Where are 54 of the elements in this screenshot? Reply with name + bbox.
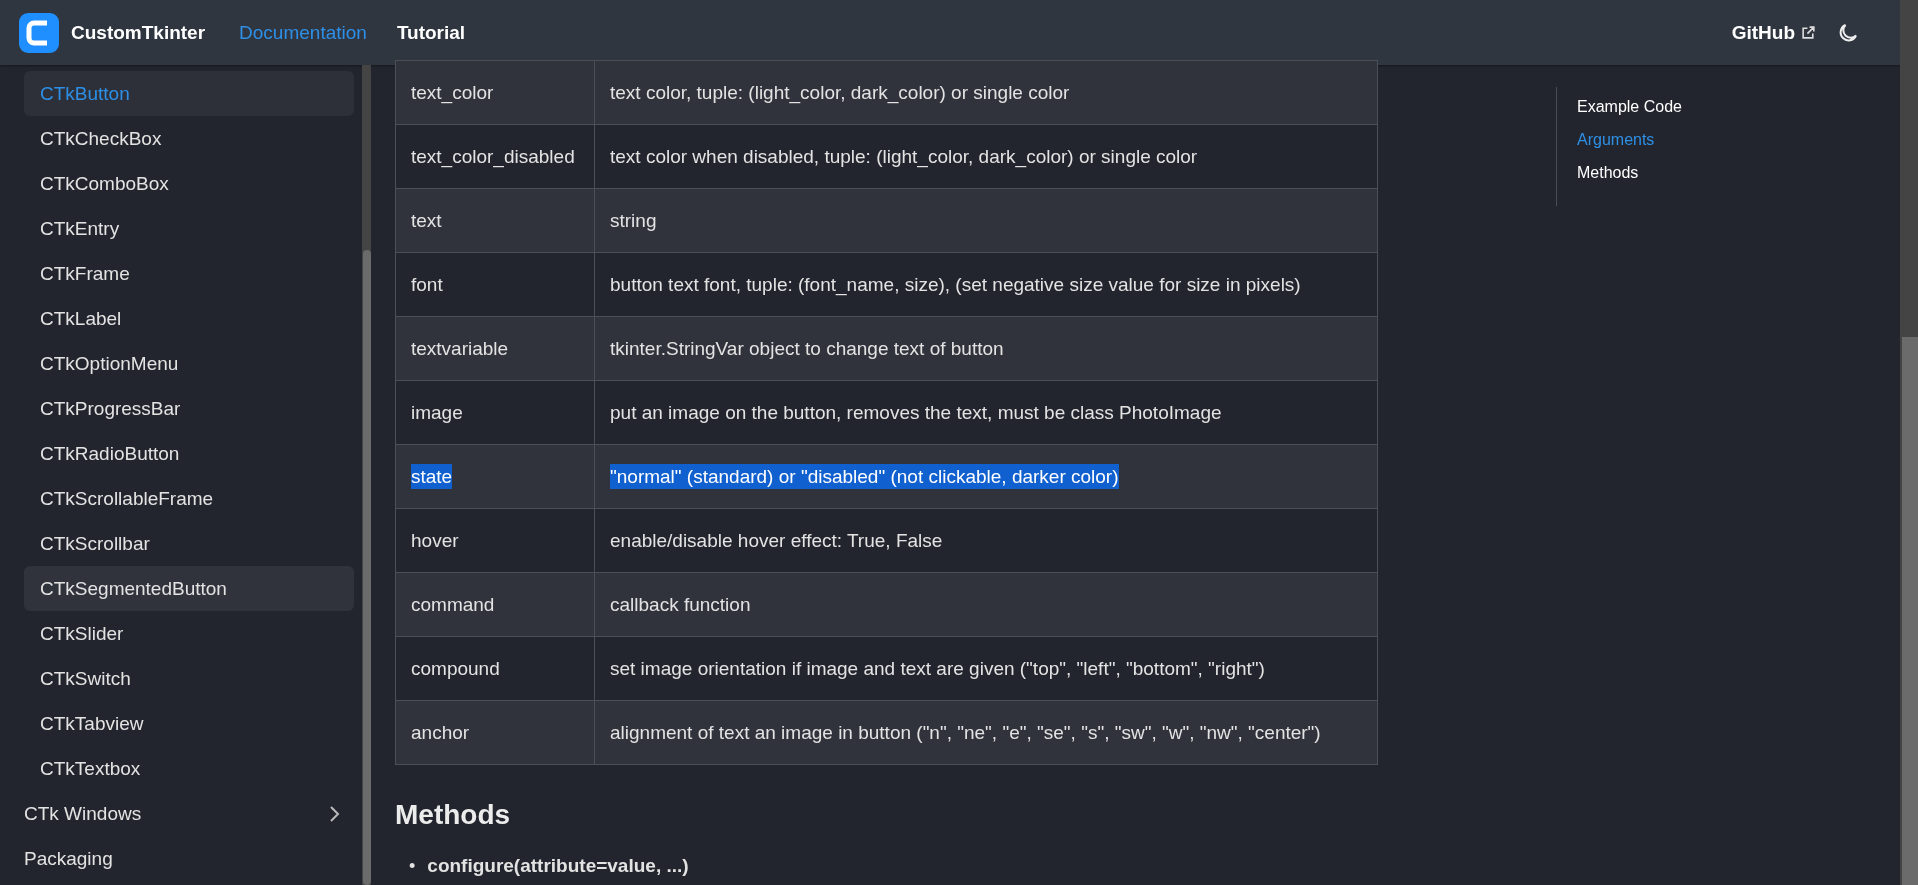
sidebar-item[interactable]: CTkEntry xyxy=(24,206,354,251)
toc-link[interactable]: Methods xyxy=(1577,164,1777,182)
nav-link[interactable]: Documentation xyxy=(239,21,367,44)
table-cell-text: text_color xyxy=(411,80,494,105)
nav-link[interactable]: Tutorial xyxy=(396,21,466,44)
table-cell-text: font xyxy=(411,272,443,297)
table-cell-text: callback function xyxy=(610,592,751,617)
logo-icon[interactable] xyxy=(19,12,59,53)
sidebar-item[interactable]: CTkRadioButton xyxy=(24,431,354,476)
table-cell-text: textvariable xyxy=(411,336,509,361)
method-item: configure(attribute=value, ...) xyxy=(427,854,689,878)
toc-link[interactable]: Example Code xyxy=(1577,98,1777,116)
section-heading: Methods xyxy=(395,799,512,831)
sidebar-item[interactable]: CTkSlider xyxy=(24,611,354,656)
sidebar-item[interactable]: CTkTabview xyxy=(24,701,354,746)
table-cell-text: command xyxy=(411,592,495,617)
table-cell-text: string xyxy=(610,208,657,233)
scrollbar[interactable] xyxy=(362,65,371,885)
table-cell-text: compound xyxy=(411,656,500,681)
table-cell-text: text color, tuple: (light_color, dark_color) or single color xyxy=(610,80,1070,105)
bullet-mark: • xyxy=(409,855,416,878)
sidebar-item[interactable]: CTkScrollbar xyxy=(24,521,354,566)
sidebar-item[interactable]: CTkComboBox xyxy=(24,161,354,206)
external-link-icon xyxy=(1801,25,1816,40)
sidebar-item[interactable]: CTkTextbox xyxy=(24,746,354,791)
table-cell-text: tkinter.StringVar object to change text of button xyxy=(610,336,1004,361)
sidebar-item[interactable]: CTkOptionMenu xyxy=(24,341,354,386)
table-cell-text: enable/disable hover effect: True, False xyxy=(610,528,943,553)
sidebar-item[interactable]: CTkScrollableFrame xyxy=(24,476,354,521)
sidebar-item[interactable]: Packaging xyxy=(24,836,354,881)
brand-title[interactable]: CustomTkinter xyxy=(71,21,206,44)
table-cell-text: anchor xyxy=(411,720,470,745)
sidebar-item[interactable]: CTkCheckBox xyxy=(24,116,354,161)
sidebar-item[interactable]: CTkProgressBar xyxy=(24,386,354,431)
table-cell-text: image xyxy=(411,400,463,425)
table-cell-text: hover xyxy=(411,528,459,553)
sidebar-item[interactable]: CTkFrame xyxy=(24,251,354,296)
table-cell-text: text color when disabled, tuple: (light_color, dark_color) or single color xyxy=(610,144,1198,169)
toc-link[interactable]: Arguments xyxy=(1577,131,1777,149)
sidebar-item[interactable]: CTk Windows xyxy=(24,791,354,836)
table-cell-text: text xyxy=(411,208,442,233)
table-cell: "normal" (standard) or "disabled" (not clickable, darker color) xyxy=(610,463,1119,489)
page-scrollbar[interactable] xyxy=(1900,0,1918,885)
table-cell-text: text_color_disabled xyxy=(411,144,575,169)
table-cell-text: alignment of text an image in button ("n", "ne", "e", "se", "s", "sw", "w", "nw", "center") xyxy=(610,720,1321,745)
sidebar-item[interactable]: CTkSwitch xyxy=(24,656,354,701)
table-cell-text: put an image on the button, removes the text, must be class PhotoImage xyxy=(610,400,1222,425)
table-cell-text: button text font, tuple: (font_name, size), (set negative size value for size in pixels) xyxy=(610,272,1301,297)
github-link[interactable]: GitHub xyxy=(1731,21,1795,44)
sidebar-item[interactable]: CTkLabel xyxy=(24,296,354,341)
table-cell: state xyxy=(411,463,453,489)
sidebar-item[interactable]: CTkButton xyxy=(24,71,354,116)
table-cell-text: set image orientation if image and text are given ("top", "left", "bottom", "right") xyxy=(610,656,1265,681)
sidebar-item[interactable]: CTkSegmentedButton xyxy=(24,566,354,611)
